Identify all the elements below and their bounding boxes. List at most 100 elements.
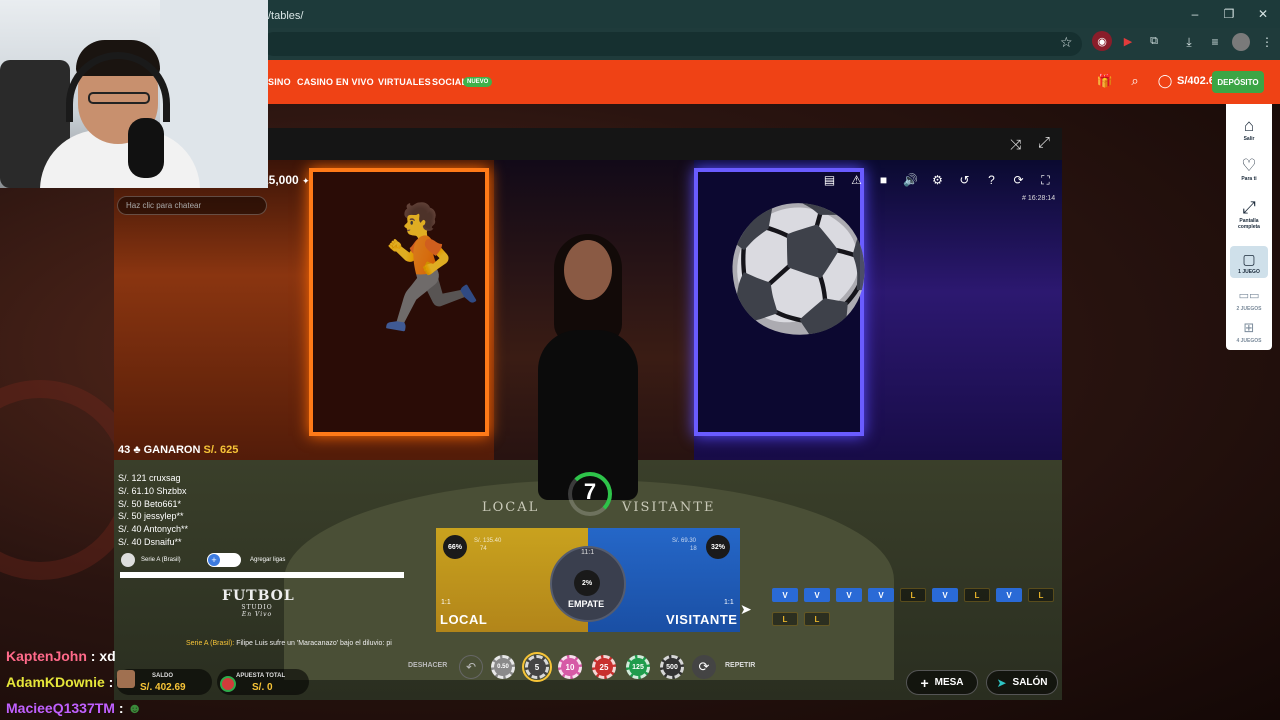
- chip-5[interactable]: 5: [522, 652, 552, 682]
- nav-virtuales[interactable]: VIRTUALES: [378, 77, 431, 87]
- puzzle-extension-icon[interactable]: ⧉: [1144, 31, 1164, 51]
- shuffle-icon[interactable]: ⤨: [1010, 136, 1021, 153]
- deposit-button[interactable]: DEPÓSITO: [1212, 71, 1264, 93]
- star-icon: ✦: [302, 176, 310, 186]
- sidebar-item-pantalla-completa[interactable]: ⤢ Pantalla completa: [1226, 198, 1272, 230]
- chip-500[interactable]: 500: [660, 655, 684, 679]
- ublock-extension-icon[interactable]: ◉: [1092, 31, 1112, 51]
- chip-10[interactable]: 10: [558, 655, 582, 679]
- empate-percentage: 2%: [574, 570, 600, 596]
- arrow-icon: ➤: [996, 675, 1007, 690]
- nav-casino-en-vivo[interactable]: CASINO EN VIVO: [297, 77, 374, 87]
- salon-button[interactable]: ➤ SALÓN: [986, 670, 1058, 695]
- download-icon[interactable]: ⤓: [1180, 33, 1198, 51]
- list-item: S/. 50 Beto661*: [118, 498, 182, 509]
- volume-icon[interactable]: 🔊: [899, 170, 922, 190]
- winner-list: S/. 121 cruxsag S/. 61.10 Shzbbx S/. 50 …: [118, 472, 188, 549]
- chips-stack-icon: [220, 676, 236, 692]
- settings-gear-icon[interactable]: ⚙: [926, 170, 949, 190]
- profile-avatar[interactable]: [1232, 33, 1250, 51]
- window-controls: – ❐ ✕: [1178, 0, 1280, 28]
- local-odds: 1:1: [441, 599, 451, 606]
- refresh-icon[interactable]: ⟳: [1007, 170, 1030, 190]
- news-ticker: Serie A (Brasil): Filipe Luis sufre un '…: [186, 640, 392, 647]
- plus-icon: +: [920, 674, 929, 691]
- chat-message: AdamKDownie :: [6, 674, 114, 690]
- list-item: S/. 40 Antonych**: [118, 524, 189, 535]
- saldo-value: S/. 402.69: [140, 682, 186, 693]
- neon-player-left-icon: 🏃: [350, 202, 500, 336]
- list-item: S/. 61.10 Shzbbx: [118, 485, 187, 496]
- video-icon[interactable]: ■: [872, 170, 895, 190]
- close-button[interactable]: ✕: [1246, 0, 1280, 28]
- chip-125[interactable]: 125: [626, 655, 650, 679]
- nav-social[interactable]: SOCIAL: [432, 77, 467, 87]
- bookmark-star-icon[interactable]: ☆: [1060, 34, 1073, 51]
- roadmap-row-1: VVVVLVLVL: [772, 588, 1054, 602]
- game-toolbar: ▤ ⚠ ■ 🔊 ⚙ ↺ ? ⟳ ⛶: [818, 170, 1057, 190]
- restore-button[interactable]: ❐: [1212, 0, 1246, 28]
- single-game-icon: ▢: [1242, 251, 1256, 267]
- game-id: # 16:28:14: [1022, 195, 1056, 202]
- sidebar-item-1-juego[interactable]: ▢ 1 JUEGO: [1230, 246, 1268, 278]
- chat-input[interactable]: Haz clic para chatear: [117, 196, 267, 215]
- repeat-button[interactable]: ⟳: [692, 655, 716, 679]
- chat-message: MacieeQ1337TM : ☻: [6, 700, 143, 716]
- countdown-value: 7: [583, 479, 597, 504]
- league-name[interactable]: Serie A (Brasil): [141, 557, 181, 563]
- screen: – ❐ ✕ /tables/ ☆ ◉ ▶ ⧉ ⤓ ≡ ⋮ SINO CASINO…: [0, 0, 1280, 720]
- roadmap-cell: L: [1028, 588, 1054, 602]
- total-bet-label: APUESTA TOTAL: [236, 673, 286, 679]
- chat-icon[interactable]: ▤: [818, 170, 841, 190]
- microphone-icon: [128, 118, 164, 178]
- people-icon: ♣: [133, 444, 141, 456]
- league-progress-bar: [120, 572, 404, 578]
- search-icon[interactable]: ⌕: [1126, 72, 1144, 90]
- add-leagues-link[interactable]: Agregar ligas: [250, 557, 285, 563]
- roadmap-cell: L: [964, 588, 990, 602]
- emote-icon: ☻: [127, 700, 143, 716]
- dealer: [524, 234, 654, 500]
- sidebar-item-4-juegos[interactable]: ⊞ 4 JUEGOS: [1226, 318, 1272, 344]
- nuevo-badge: NUEVO: [463, 77, 493, 87]
- roadmap-cell: L: [900, 588, 926, 602]
- roadmap-cell: V: [804, 588, 830, 602]
- expand-icon[interactable]: ⤢: [1038, 134, 1050, 151]
- streamer-webcam: [0, 0, 268, 188]
- minimize-button[interactable]: –: [1178, 0, 1212, 28]
- help-icon[interactable]: ?: [980, 170, 1003, 190]
- gift-icon[interactable]: 🎁: [1096, 72, 1114, 90]
- table-limits[interactable]: 25,000 ✦: [262, 173, 310, 187]
- warning-icon[interactable]: ⚠: [845, 170, 868, 190]
- media-icon[interactable]: ≡: [1206, 33, 1224, 51]
- user-icon: ◯: [1157, 73, 1173, 88]
- table-text-local: LOCAL: [482, 500, 540, 515]
- history-icon[interactable]: ↺: [953, 170, 976, 190]
- local-count: 74: [480, 546, 487, 552]
- saldo-label: SALDO: [152, 673, 173, 679]
- url-text[interactable]: /tables/: [268, 10, 303, 22]
- sidebar-item-para-ti[interactable]: ♡ Para ti: [1226, 156, 1272, 182]
- fullscreen-icon[interactable]: ⛶: [1034, 170, 1057, 190]
- roadmap-row-2: LL: [772, 612, 830, 626]
- plus-icon[interactable]: +: [208, 554, 220, 566]
- mesa-button[interactable]: + MESA: [906, 670, 978, 695]
- nav-casino[interactable]: SINO: [268, 77, 291, 87]
- undo-label[interactable]: DESHACER: [408, 662, 447, 669]
- table-text-visitante: VISITANTE: [622, 500, 716, 515]
- chip-0-50[interactable]: 0.50: [491, 655, 515, 679]
- local-stake: S/. 135.40: [474, 538, 502, 544]
- chat-message: KaptenJohn : xd: [6, 648, 116, 664]
- four-games-icon: ⊞: [1243, 320, 1255, 335]
- extension-icon[interactable]: ▶: [1118, 31, 1138, 51]
- nav-right: 🎁 ⌕ ◯ S/402.69: [1096, 72, 1221, 90]
- winners-summary: 43 ♣ GANARON S/. 625: [118, 444, 239, 456]
- address-bar[interactable]: [262, 32, 1082, 56]
- roadmap-cell: V: [868, 588, 894, 602]
- sidebar-item-2-juegos[interactable]: ▭▭ 2 JUEGOS: [1226, 286, 1272, 312]
- sidebar-item-salir[interactable]: ⌂ Salir: [1226, 116, 1272, 142]
- undo-button[interactable]: ↶: [459, 655, 483, 679]
- repeat-label[interactable]: REPETIR: [725, 662, 755, 669]
- chip-25[interactable]: 25: [592, 655, 616, 679]
- menu-dots-icon[interactable]: ⋮: [1258, 33, 1276, 51]
